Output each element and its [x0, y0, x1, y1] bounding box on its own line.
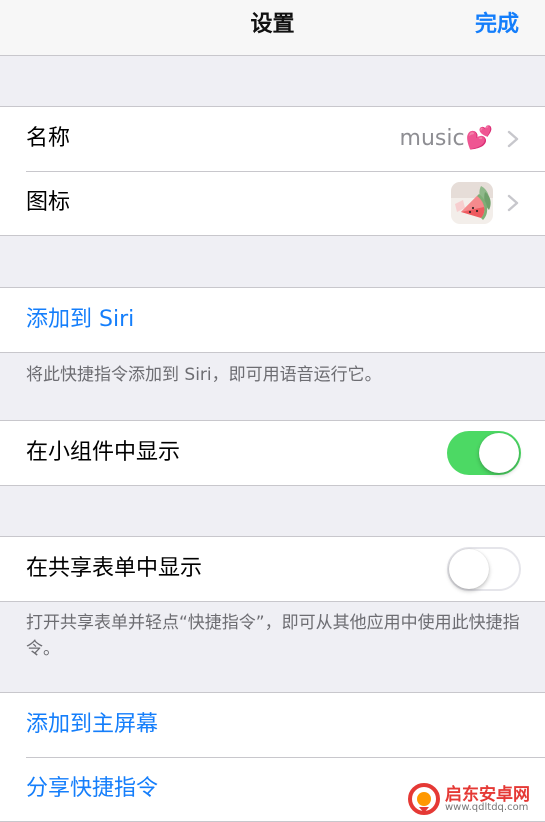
toggle-knob — [479, 433, 519, 473]
share-sheet-group: 在共享表单中显示 — [0, 536, 545, 602]
siri-footnote: 将此快捷指令添加到 Siri，即可用语音运行它。 — [26, 365, 382, 385]
share-sheet-row: 在共享表单中显示 — [0, 537, 545, 601]
share-sheet-footnote: 打开共享表单并轻点“快捷指令”，即可从其他应用中使用此快捷指令。 — [26, 613, 520, 659]
icon-row[interactable]: 图标 — [0, 171, 545, 235]
navigation-bar: 设置 完成 — [0, 0, 545, 56]
name-label: 名称 — [26, 126, 71, 151]
widget-toggle[interactable] — [447, 431, 521, 475]
name-value-text: music — [399, 126, 465, 151]
toggle-knob — [449, 549, 489, 589]
icon-label: 图标 — [26, 190, 71, 215]
watermelon-app-icon — [451, 182, 493, 224]
chevron-right-icon — [507, 194, 519, 212]
done-button[interactable]: 完成 — [475, 0, 519, 50]
add-to-siri-button[interactable]: 添加到 Siri — [26, 288, 134, 352]
watermark-url: www.qdltdq.com — [445, 802, 529, 813]
name-icon-group: 名称 music💕 图标 — [0, 106, 545, 236]
add-to-home-screen-row[interactable]: 添加到主屏幕 — [0, 693, 545, 757]
widget-row: 在小组件中显示 — [0, 421, 545, 485]
site-watermark: 启东安卓网 www.qdltdq.com — [407, 778, 539, 818]
site-logo-icon — [408, 783, 440, 815]
widget-label: 在小组件中显示 — [26, 440, 181, 465]
share-sheet-label: 在共享表单中显示 — [26, 556, 203, 581]
share-sheet-toggle[interactable] — [447, 547, 521, 591]
add-to-siri-row[interactable]: 添加到 Siri — [0, 288, 545, 352]
name-value: music💕 — [400, 107, 493, 171]
share-shortcut-button[interactable]: 分享快捷指令 — [26, 757, 158, 821]
name-row[interactable]: 名称 music💕 — [0, 107, 545, 171]
page-title: 设置 — [250, 12, 295, 37]
siri-group: 添加到 Siri — [0, 287, 545, 353]
widget-group: 在小组件中显示 — [0, 420, 545, 486]
chevron-right-icon — [507, 130, 519, 148]
add-to-home-screen-button[interactable]: 添加到主屏幕 — [26, 693, 158, 757]
two-hearts-icon: 💕 — [465, 126, 493, 151]
